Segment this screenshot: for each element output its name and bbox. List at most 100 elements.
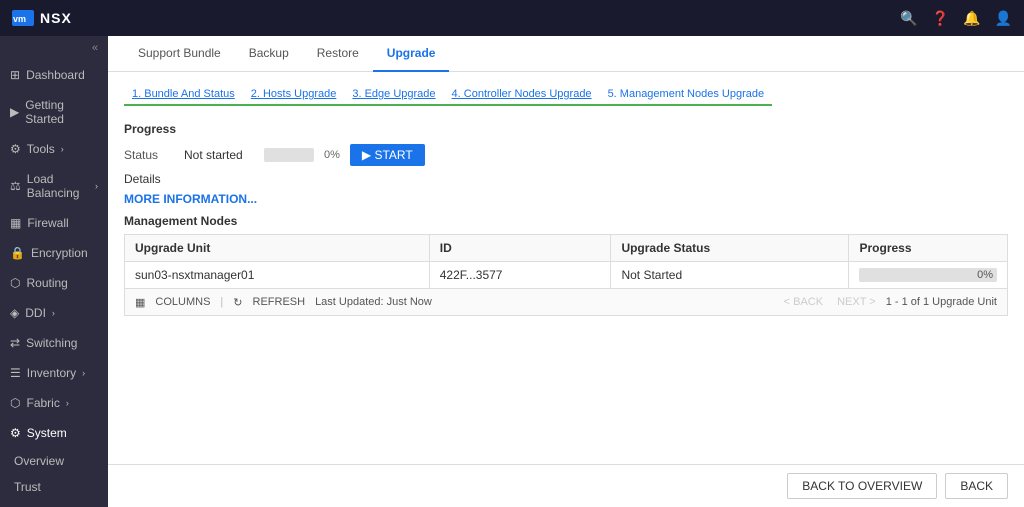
chevron-right-icon: ›	[82, 368, 85, 378]
cell-upgrade-status: Not Started	[611, 262, 849, 289]
sidebar-item-load-balancing[interactable]: ⚖ Load Balancing ›	[0, 164, 108, 208]
wizard-step-management-nodes[interactable]: 5. Management Nodes Upgrade	[600, 84, 773, 106]
switching-icon: ⇄	[10, 336, 20, 350]
chevron-right-icon: ›	[61, 144, 64, 154]
user-icon[interactable]: 👤	[995, 10, 1012, 27]
sidebar-item-label: Routing	[26, 276, 67, 290]
col-header-progress: Progress	[849, 235, 1008, 262]
sidebar-item-inventory[interactable]: ☰ Inventory ›	[0, 358, 108, 388]
sidebar-item-label: Getting Started	[25, 98, 98, 126]
back-to-overview-button[interactable]: BACK TO OVERVIEW	[787, 473, 937, 499]
page-content: 1. Bundle And Status 2. Hosts Upgrade 3.…	[108, 72, 1024, 464]
col-header-id: ID	[429, 235, 611, 262]
sidebar-item-label: Encryption	[31, 246, 88, 260]
system-icon: ⚙	[10, 426, 21, 440]
col-header-upgrade-unit: Upgrade Unit	[125, 235, 430, 262]
getting-started-icon: ▶	[10, 105, 19, 119]
sidebar: « ⊞ Dashboard ▶ Getting Started ⚙ Tools …	[0, 36, 108, 507]
wizard-step-bundle-status[interactable]: 1. Bundle And Status	[124, 84, 243, 106]
progress-percent: 0%	[324, 149, 340, 161]
sidebar-item-label: Switching	[26, 336, 77, 350]
sidebar-collapse-button[interactable]: «	[0, 36, 108, 60]
wizard-step-controller-nodes[interactable]: 4. Controller Nodes Upgrade	[444, 84, 600, 106]
sidebar-item-switching[interactable]: ⇄ Switching	[0, 328, 108, 358]
table-footer: ▦ COLUMNS | ↻ REFRESH Last Updated: Just…	[124, 289, 1008, 316]
bell-icon[interactable]: 🔔	[963, 10, 980, 27]
back-nav-button[interactable]: < BACK	[780, 295, 827, 309]
encryption-icon: 🔒	[10, 246, 25, 260]
routing-icon: ⬡	[10, 276, 20, 290]
sidebar-item-label: Firewall	[27, 216, 68, 230]
content-area: Support Bundle Backup Restore Upgrade 1.…	[108, 36, 1024, 507]
refresh-button[interactable]: REFRESH	[253, 296, 306, 308]
chevron-right-icon: ›	[52, 308, 55, 318]
sidebar-item-firewall[interactable]: ▦ Firewall	[0, 208, 108, 238]
bottom-bar: BACK TO OVERVIEW BACK	[108, 464, 1024, 507]
table-body: sun03-nsxtmanager01 422F...3577 Not Star…	[125, 262, 1008, 289]
progress-section: Progress Status Not started 0% ▶ START D…	[124, 122, 1008, 206]
sidebar-item-ddi[interactable]: ◈ DDI ›	[0, 298, 108, 328]
wizard-step-edge-upgrade[interactable]: 3. Edge Upgrade	[344, 84, 443, 106]
firewall-icon: ▦	[10, 216, 21, 230]
sidebar-item-label: DDI	[25, 306, 46, 320]
start-button[interactable]: ▶ START	[350, 144, 425, 166]
col-header-upgrade-status: Upgrade Status	[611, 235, 849, 262]
sidebar-item-tools[interactable]: ⚙ Tools ›	[0, 134, 108, 164]
topbar-icons: 🔍 ❓ 🔔 👤	[900, 10, 1012, 27]
tab-restore[interactable]: Restore	[303, 36, 373, 72]
columns-button[interactable]: COLUMNS	[155, 296, 210, 308]
table-header: Upgrade Unit ID Upgrade Status Progress	[125, 235, 1008, 262]
sidebar-item-encryption[interactable]: 🔒 Encryption	[0, 238, 108, 268]
tab-support-bundle[interactable]: Support Bundle	[124, 36, 235, 72]
row-count: 1 - 1 of 1 Upgrade Unit	[886, 296, 997, 308]
app-title: NSX	[40, 10, 72, 26]
wizard-steps: 1. Bundle And Status 2. Hosts Upgrade 3.…	[124, 84, 1008, 106]
back-button[interactable]: BACK	[945, 473, 1008, 499]
columns-icon: ▦	[135, 296, 145, 309]
cell-upgrade-unit: sun03-nsxtmanager01	[125, 262, 430, 289]
last-updated: Last Updated: Just Now	[315, 296, 432, 308]
management-nodes-section: Management Nodes Upgrade Unit ID Upgrade…	[124, 214, 1008, 316]
cell-id: 422F...3577	[429, 262, 611, 289]
tab-upgrade[interactable]: Upgrade	[373, 36, 450, 72]
sidebar-item-dashboard[interactable]: ⊞ Dashboard	[0, 60, 108, 90]
management-nodes-title: Management Nodes	[124, 214, 1008, 228]
tools-icon: ⚙	[10, 142, 21, 156]
status-value: Not started	[184, 148, 254, 162]
sidebar-item-routing[interactable]: ⬡ Routing	[0, 268, 108, 298]
sidebar-item-label: Load Balancing	[27, 172, 89, 200]
refresh-icon: ↻	[233, 296, 242, 309]
sidebar-item-label: System	[27, 426, 67, 440]
sidebar-item-label: Tools	[27, 142, 55, 156]
app-logo: vm NSX	[12, 10, 72, 26]
sidebar-item-fabric[interactable]: ⬡ Fabric ›	[0, 388, 108, 418]
table-pagination: < BACK NEXT > 1 - 1 of 1 Upgrade Unit	[780, 295, 997, 309]
more-information-link[interactable]: MORE INFORMATION...	[124, 192, 1008, 206]
table-progress-text: 0%	[977, 268, 993, 282]
help-icon[interactable]: ❓	[932, 10, 949, 27]
sidebar-subsection-configuration[interactable]: Configuration	[0, 500, 108, 507]
sidebar-subsection-trust[interactable]: Trust	[0, 474, 108, 500]
table-progress-bar: 0%	[859, 268, 997, 282]
wizard-step-hosts-upgrade[interactable]: 2. Hosts Upgrade	[243, 84, 345, 106]
details-row: Details	[124, 172, 1008, 186]
cell-progress: 0%	[849, 262, 1008, 289]
next-nav-button[interactable]: NEXT >	[833, 295, 880, 309]
tab-backup[interactable]: Backup	[235, 36, 303, 72]
chevron-right-icon: ›	[95, 181, 98, 191]
sidebar-item-system[interactable]: ⚙ System	[0, 418, 108, 448]
svg-text:vm: vm	[13, 14, 26, 24]
inventory-icon: ☰	[10, 366, 21, 380]
dashboard-icon: ⊞	[10, 68, 20, 82]
fabric-icon: ⬡	[10, 396, 20, 410]
progress-bar	[264, 148, 314, 162]
sidebar-item-label: Inventory	[27, 366, 76, 380]
sidebar-item-label: Fabric	[26, 396, 59, 410]
load-balancing-icon: ⚖	[10, 179, 21, 193]
table-row: sun03-nsxtmanager01 422F...3577 Not Star…	[125, 262, 1008, 289]
topbar: vm NSX 🔍 ❓ 🔔 👤	[0, 0, 1024, 36]
chevron-right-icon: ›	[66, 398, 69, 408]
search-icon[interactable]: 🔍	[900, 10, 917, 27]
sidebar-subsection-overview[interactable]: Overview	[0, 448, 108, 474]
sidebar-item-getting-started[interactable]: ▶ Getting Started	[0, 90, 108, 134]
